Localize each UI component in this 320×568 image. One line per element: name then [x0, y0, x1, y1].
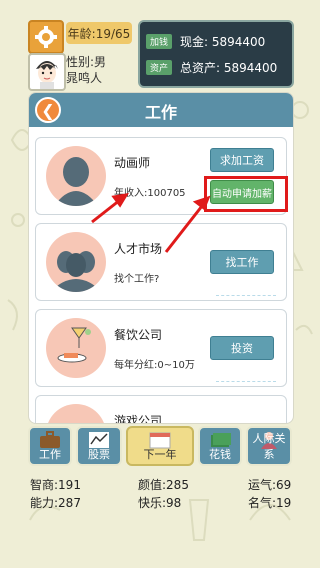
nav-next-year-label: 下一年 [143, 448, 177, 461]
nav-spend[interactable]: 花钱 [198, 426, 242, 466]
nav-stocks[interactable]: 股票 [76, 426, 122, 466]
stat-fame: 名气:19 [248, 496, 292, 510]
stat-happiness: 快乐:98 [138, 496, 182, 510]
nav-relationships-label: 人际关系 [252, 432, 286, 461]
stat-luck: 运气:69 [248, 478, 292, 492]
stat-intelligence: 智商:191 [30, 478, 81, 492]
nav-relationships[interactable]: 人际关系 [246, 426, 292, 466]
nav-work-label: 工作 [39, 448, 61, 461]
nav-next-year[interactable]: 下一年 [126, 426, 194, 466]
nav-stocks-label: 股票 [88, 448, 110, 461]
nav-spend-label: 花钱 [209, 448, 231, 461]
stat-ability: 能力:287 [30, 496, 81, 510]
nav-work[interactable]: 工作 [28, 426, 72, 466]
stat-looks: 颜值:285 [138, 478, 189, 492]
